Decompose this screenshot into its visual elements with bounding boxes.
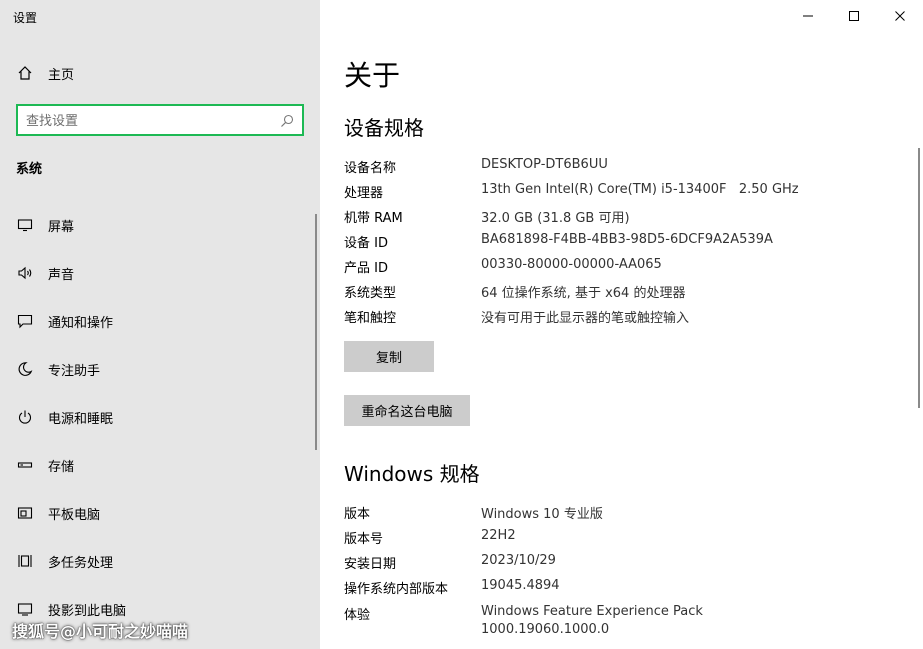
watermark: 搜狐号@小可耐之妙喵喵 [12, 622, 189, 641]
copy-button[interactable]: 复制 [344, 341, 434, 372]
windows-spec-title: Windows 规格 [344, 462, 480, 486]
sidebar-item-label: 专注助手 [48, 364, 101, 379]
multitask-icon [16, 552, 34, 570]
main-content: 关于 设备规格 设备名称 DESKTOP-DT6B6UU 处理器 13th Ge… [320, 0, 923, 649]
rename-pc-button[interactable]: 重命名这台电脑 [344, 395, 470, 426]
section-label-system: 系统 [16, 162, 43, 177]
spec-key: 操作系统内部版本 [344, 582, 449, 597]
sidebar-item-display[interactable]: 屏幕 [0, 208, 320, 256]
notification-icon [16, 312, 34, 330]
spec-row-processor: 处理器 13th Gen Intel(R) Core(TM) i5-13400F… [344, 182, 904, 207]
page-title: 关于 [344, 59, 401, 92]
spec-row-device-id: 设备 ID BA681898-F4BB-4BB3-98D5-6DCF9A2A53… [344, 232, 904, 257]
sidebar-item-storage[interactable]: 存储 [0, 448, 320, 496]
sidebar: 设置 主页 系统 屏幕 声音 通知和操作 [0, 0, 320, 649]
spec-value: Windows 10 专业版 [481, 507, 603, 522]
spec-value: Windows Feature Experience Pack [481, 604, 703, 619]
search-input[interactable] [26, 111, 276, 131]
spec-key: 机带 RAM [344, 211, 403, 226]
sidebar-item-focus-assist[interactable]: 专注助手 [0, 352, 320, 400]
sidebar-item-home[interactable]: 主页 [0, 58, 320, 88]
spec-key: 安装日期 [344, 557, 397, 572]
spec-row-version: 版本号 22H2 [344, 528, 904, 553]
sidebar-item-sound[interactable]: 声音 [0, 256, 320, 304]
spec-value: 32.0 GB (31.8 GB 可用) [481, 211, 630, 226]
sidebar-nav-list: 屏幕 声音 通知和操作 专注助手 电源和睡眠 存储 平板电脑 多任务处理 投影到… [0, 208, 320, 640]
spec-value: BA681898-F4BB-4BB3-98D5-6DCF9A2A539A [481, 232, 773, 247]
spec-row-product-id: 产品 ID 00330-80000-00000-AA065 [344, 257, 904, 282]
sidebar-item-label: 通知和操作 [48, 316, 114, 331]
spec-value: 64 位操作系统, 基于 x64 的处理器 [481, 286, 686, 301]
spec-row-pen-touch: 笔和触控 没有可用于此显示器的笔或触控输入 [344, 307, 904, 332]
speaker-icon [16, 264, 34, 282]
sidebar-item-multitasking[interactable]: 多任务处理 [0, 544, 320, 592]
spec-value-line2: 1000.19060.1000.0 [481, 622, 610, 637]
spec-key: 设备名称 [344, 161, 397, 176]
spec-value: 2023/10/29 [481, 553, 556, 568]
power-icon [16, 408, 34, 426]
spec-row-install-date: 安装日期 2023/10/29 [344, 553, 904, 578]
sidebar-item-label: 平板电脑 [48, 508, 101, 523]
device-spec-title: 设备规格 [344, 116, 424, 140]
spec-value: 13th Gen Intel(R) Core(TM) i5-13400F 2.5… [481, 182, 799, 197]
sidebar-item-power-sleep[interactable]: 电源和睡眠 [0, 400, 320, 448]
sidebar-item-label: 电源和睡眠 [48, 412, 114, 427]
spec-key: 系统类型 [344, 286, 397, 301]
spec-key: 版本号 [344, 532, 384, 547]
spec-key: 设备 ID [344, 236, 388, 251]
search-box [16, 104, 304, 136]
spec-key: 版本 [344, 507, 371, 522]
sidebar-item-tablet[interactable]: 平板电脑 [0, 496, 320, 544]
sidebar-scrollbar[interactable] [315, 214, 317, 450]
sidebar-item-label: 多任务处理 [48, 556, 114, 571]
main-scrollbar[interactable] [918, 148, 920, 408]
spec-row-device-name: 设备名称 DESKTOP-DT6B6UU [344, 157, 904, 182]
spec-row-ram: 机带 RAM 32.0 GB (31.8 GB 可用) [344, 207, 904, 232]
spec-row-edition: 版本 Windows 10 专业版 [344, 503, 904, 528]
spec-row-experience: 体验 Windows Feature Experience Pack 1000.… [344, 604, 904, 644]
storage-icon [16, 456, 34, 474]
spec-value: DESKTOP-DT6B6UU [481, 157, 608, 172]
spec-key: 体验 [344, 608, 371, 623]
window-title: 设置 [13, 11, 38, 25]
spec-row-os-build: 操作系统内部版本 19045.4894 [344, 578, 904, 603]
sidebar-item-label: 屏幕 [48, 220, 75, 235]
spec-value: 00330-80000-00000-AA065 [481, 257, 662, 272]
sidebar-item-label: 声音 [48, 268, 75, 283]
tablet-icon [16, 504, 34, 522]
monitor-icon [16, 216, 34, 234]
spec-value: 22H2 [481, 528, 516, 543]
spec-row-system-type: 系统类型 64 位操作系统, 基于 x64 的处理器 [344, 282, 904, 307]
spec-value: 19045.4894 [481, 578, 560, 593]
home-icon [16, 64, 34, 82]
sidebar-item-label: 投影到此电脑 [48, 604, 127, 619]
project-icon [16, 600, 34, 618]
spec-key: 处理器 [344, 186, 384, 201]
spec-key: 产品 ID [344, 261, 388, 276]
moon-icon [16, 360, 34, 378]
spec-value: 没有可用于此显示器的笔或触控输入 [481, 311, 690, 326]
spec-key: 笔和触控 [344, 311, 397, 326]
sidebar-item-label: 主页 [48, 67, 75, 83]
search-icon[interactable] [280, 113, 294, 127]
sidebar-item-label: 存储 [48, 460, 75, 475]
sidebar-item-notifications[interactable]: 通知和操作 [0, 304, 320, 352]
